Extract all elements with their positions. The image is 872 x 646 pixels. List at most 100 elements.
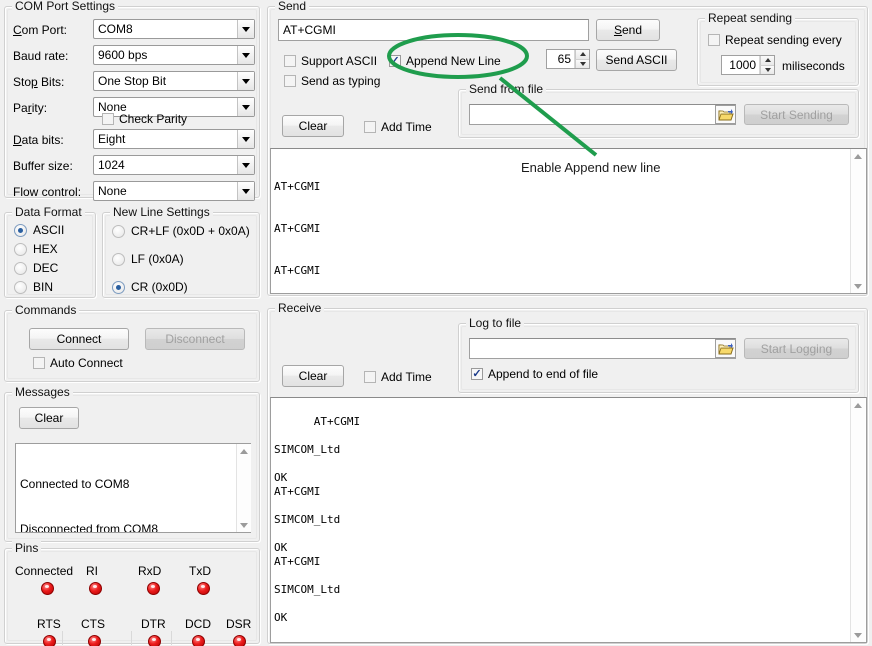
receive-clear-button[interactable]: Clear <box>282 365 344 387</box>
send-button[interactable]: Send <box>596 19 660 41</box>
new-line-label-crlf: CR+LF (0x0D + 0x0A) <box>131 224 250 238</box>
repeat-interval-spinner[interactable]: 1000 <box>721 55 775 75</box>
messages-scrollbar[interactable] <box>236 444 251 532</box>
scroll-down-icon[interactable] <box>237 518 252 532</box>
commands-group: Commands Connect Disconnect Auto Connect <box>4 310 260 382</box>
data-format-title: Data Format <box>12 205 85 219</box>
spinner-down-icon[interactable] <box>575 59 589 69</box>
commands-title: Commands <box>12 303 79 317</box>
new-line-settings-group: New Line Settings CR+LF (0x0D + 0x0A) LF… <box>102 212 260 298</box>
start-logging-label: Start Logging <box>761 342 832 356</box>
radio-dot <box>14 224 27 237</box>
append-new-line-checkbox[interactable]: Append New Line <box>389 54 501 68</box>
scroll-up-icon[interactable] <box>237 444 252 458</box>
send-from-file-browse-button[interactable] <box>715 105 736 124</box>
spinner-down-icon[interactable] <box>760 65 774 75</box>
pin-led-dcd <box>192 635 205 646</box>
log-to-file-browse-button[interactable] <box>715 339 736 358</box>
pin-label-txd: TxD <box>189 564 211 578</box>
log-to-file-path-input[interactable] <box>469 338 736 359</box>
chevron-down-icon[interactable] <box>237 46 254 64</box>
data-format-option-ascii[interactable]: ASCII <box>14 223 64 237</box>
send-as-typing-checkbox[interactable]: Send as typing <box>284 74 380 88</box>
messages-log-line: Disconnected from COM8 <box>20 522 250 533</box>
send-log-line: AT+CGMI <box>274 180 866 194</box>
send-ascii-button[interactable]: Send ASCII <box>596 49 677 71</box>
data-format-option-dec[interactable]: DEC <box>14 261 58 275</box>
send-group: Send AT+CGMI Send Support ASCII Append N… <box>267 6 868 296</box>
connect-button[interactable]: Connect <box>29 328 129 350</box>
send-clear-button[interactable]: Clear <box>282 115 344 137</box>
send-add-time-label: Add Time <box>381 120 432 134</box>
flow-control-combo[interactable]: None <box>93 181 255 201</box>
send-command-input[interactable]: AT+CGMI <box>278 19 589 41</box>
ascii-code-spinner[interactable]: 65 <box>546 49 590 69</box>
spinner-buttons[interactable] <box>760 56 774 74</box>
new-line-option-cr[interactable]: CR (0x0D) <box>112 280 188 294</box>
flow-control-value: None <box>98 184 237 198</box>
chevron-down-icon[interactable] <box>237 98 254 116</box>
buffer-size-label: Buffer size: <box>13 159 73 173</box>
receive-log[interactable]: AT+CGMI SIMCOM_Ltd OK AT+CGMI SIMCOM_Ltd… <box>270 397 867 643</box>
spinner-up-icon[interactable] <box>575 50 589 59</box>
repeat-sending-checkbox[interactable]: Repeat sending every <box>708 33 842 47</box>
pin-label-cts: CTS <box>81 617 105 631</box>
pin-led-rxd <box>147 582 160 595</box>
new-line-option-lf[interactable]: LF (0x0A) <box>112 252 184 266</box>
log-to-file-title: Log to file <box>466 316 524 330</box>
parity-label: Parity: <box>13 101 47 115</box>
send-title: Send <box>275 0 309 13</box>
radio-dot <box>112 225 125 238</box>
com-port-settings-title: COM Port Settings <box>12 0 118 13</box>
spinner-up-icon[interactable] <box>760 56 774 65</box>
log-to-file-group: Log to file Start Logging Append to end … <box>458 323 859 393</box>
scroll-up-icon[interactable] <box>851 149 866 163</box>
receive-add-time-checkbox[interactable]: Add Time <box>364 370 432 384</box>
send-from-file-path-input[interactable] <box>469 104 736 125</box>
scroll-down-icon[interactable] <box>851 628 866 642</box>
chevron-down-icon[interactable] <box>237 130 254 148</box>
data-bits-combo[interactable]: Eight <box>93 129 255 149</box>
data-format-option-hex[interactable]: HEX <box>14 242 58 256</box>
buffer-size-combo[interactable]: 1024 <box>93 155 255 175</box>
spinner-buttons[interactable] <box>575 50 589 68</box>
chevron-down-icon[interactable] <box>237 182 254 200</box>
receive-title: Receive <box>275 301 324 315</box>
send-from-file-title: Send from file <box>466 82 546 96</box>
chevron-down-icon[interactable] <box>237 156 254 174</box>
folder-open-icon <box>718 108 734 122</box>
send-log-scrollbar[interactable] <box>850 149 865 293</box>
messages-log[interactable]: Connected to COM8 Disconnected from COM8 <box>15 443 251 533</box>
new-line-option-crlf[interactable]: CR+LF (0x0D + 0x0A) <box>112 224 250 238</box>
support-ascii-checkbox[interactable]: Support ASCII <box>284 54 377 68</box>
baud-rate-combo[interactable]: 9600 bps <box>93 45 255 65</box>
receive-clear-label: Clear <box>299 369 328 383</box>
radio-dot <box>112 281 125 294</box>
pin-led-dtr <box>148 635 161 646</box>
com-port-combo[interactable]: COM8 <box>93 19 255 39</box>
pin-label-dtr: DTR <box>141 617 166 631</box>
start-sending-button[interactable]: Start Sending <box>744 104 849 125</box>
start-logging-button[interactable]: Start Logging <box>744 338 849 359</box>
messages-clear-button[interactable]: Clear <box>19 407 79 429</box>
pin-label-rxd: RxD <box>138 564 161 578</box>
append-to-end-of-file-checkbox[interactable]: Append to end of file <box>471 367 598 381</box>
check-parity-checkbox[interactable]: Check Parity <box>102 112 187 126</box>
send-log-line: AT+CGMI <box>274 264 866 278</box>
chevron-down-icon[interactable] <box>237 72 254 90</box>
chevron-down-icon[interactable] <box>237 20 254 38</box>
data-format-option-bin[interactable]: BIN <box>14 280 53 294</box>
receive-log-scrollbar[interactable] <box>850 398 865 642</box>
scroll-down-icon[interactable] <box>851 279 866 293</box>
disconnect-button-label: Disconnect <box>165 332 224 346</box>
checkbox-box <box>284 55 296 67</box>
data-format-label-bin: BIN <box>33 280 53 294</box>
connect-button-label: Connect <box>57 332 102 346</box>
append-new-line-label: Append New Line <box>406 54 501 68</box>
stop-bits-combo[interactable]: One Stop Bit <box>93 71 255 91</box>
scroll-up-icon[interactable] <box>851 398 866 412</box>
send-add-time-checkbox[interactable]: Add Time <box>364 120 432 134</box>
auto-connect-checkbox[interactable]: Auto Connect <box>33 356 123 370</box>
annotation-callout-text: Enable Append new line <box>521 160 661 175</box>
disconnect-button[interactable]: Disconnect <box>145 328 245 350</box>
